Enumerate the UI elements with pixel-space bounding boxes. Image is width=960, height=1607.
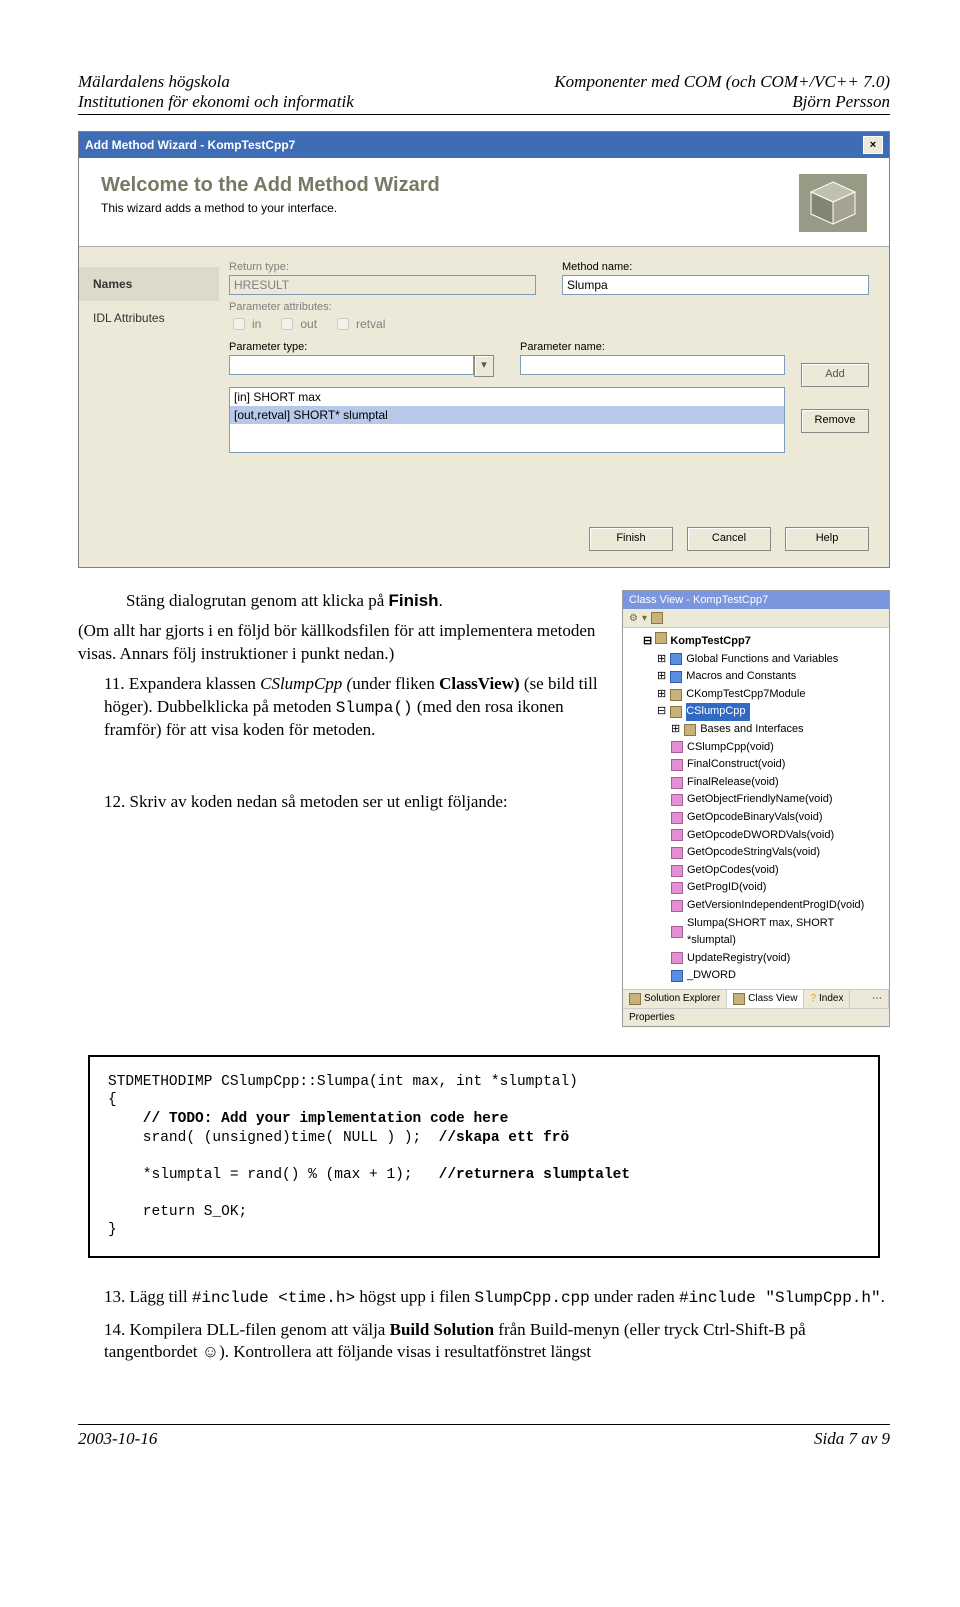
wizard-form: Return type: Method name: Parameter attr…: [219, 247, 889, 507]
folder-icon[interactable]: [651, 612, 663, 624]
label-param-type: Parameter type:: [229, 341, 494, 353]
class-view-panel: Class View - KompTestCpp7 ⚙ ▾ ⊟ KompTest…: [622, 590, 890, 1027]
doc-header-left1: Mälardalens högskola: [78, 72, 230, 92]
add-button[interactable]: Add: [801, 363, 869, 387]
solution-icon: [629, 993, 641, 1005]
chevron-down-icon[interactable]: ▾: [474, 355, 494, 377]
doc-footer: 2003-10-16 Sida 7 av 9: [78, 1424, 890, 1449]
param-type-input[interactable]: [229, 355, 474, 375]
footer-page: Sida 7 av 9: [814, 1429, 890, 1449]
wizard-body: Names IDL Attributes Return type: Method…: [79, 247, 889, 507]
tree-node[interactable]: ⊞Bases and Interfaces: [643, 721, 885, 739]
label-param-name: Parameter name:: [520, 341, 785, 353]
tree-node[interactable]: GetOpcodeStringVals(void): [643, 844, 885, 862]
header-rule: [78, 114, 890, 115]
para-close-dialog: Stäng dialogrutan genom att klicka på Fi…: [126, 590, 596, 612]
tree-node[interactable]: CSlumpCpp(void): [643, 739, 885, 757]
remove-button[interactable]: Remove: [801, 409, 869, 433]
class-view-toolbar: ⚙ ▾: [623, 609, 889, 628]
return-type-input[interactable]: [229, 275, 536, 295]
question-icon: ?: [810, 993, 816, 1004]
help-button[interactable]: Help: [785, 527, 869, 551]
wizard-welcome: Welcome to the Add Method Wizard: [101, 174, 440, 197]
wizard-header: Welcome to the Add Method Wizard This wi…: [79, 158, 889, 247]
wizard-sidebar: Names IDL Attributes: [79, 247, 219, 507]
tree-node[interactable]: FinalConstruct(void): [643, 756, 885, 774]
cube-icon: [799, 174, 867, 232]
tree-node[interactable]: GetOpCodes(void): [643, 862, 885, 880]
class-view-tabs: Solution Explorer Class View ?Index ⋯: [623, 989, 889, 1008]
label-param-attr: Parameter attributes:: [229, 301, 869, 313]
class-view-title: Class View - KompTestCpp7: [623, 591, 889, 609]
check-retval[interactable]: retval: [333, 315, 385, 333]
wizard-footer: Finish Cancel Help: [79, 507, 889, 567]
doc-header-line2: Institutionen för ekonomi och informatik…: [78, 92, 890, 112]
wizard-title: Add Method Wizard - KompTestCpp7: [85, 138, 295, 152]
sidebar-item-idl[interactable]: IDL Attributes: [79, 301, 219, 335]
add-method-wizard-window: Add Method Wizard - KompTestCpp7 × Welco…: [78, 131, 890, 568]
param-listbox[interactable]: [in] SHORT max [out,retval] SHORT* slump…: [229, 387, 785, 453]
para-note: (Om allt har gjorts i en följd bör källk…: [78, 620, 598, 665]
check-in[interactable]: in: [229, 315, 261, 333]
wizard-subtitle: This wizard adds a method to your interf…: [101, 201, 440, 215]
close-icon[interactable]: ×: [863, 136, 883, 154]
class-view-tree[interactable]: ⊟ KompTestCpp7 ⊞Global Functions and Var…: [623, 628, 889, 989]
tree-node-cslumpcpp[interactable]: ⊟CSlumpCpp: [643, 703, 885, 721]
code-listing: STDMETHODIMP CSlumpCpp::Slumpa(int max, …: [88, 1055, 880, 1258]
tree-node[interactable]: GetProgID(void): [643, 879, 885, 897]
tree-node[interactable]: ⊞Macros and Constants: [643, 668, 885, 686]
cancel-button[interactable]: Cancel: [687, 527, 771, 551]
tree-root[interactable]: ⊟ KompTestCpp7: [643, 632, 885, 651]
tree-node[interactable]: ⊞CKompTestCpp7Module: [643, 686, 885, 704]
toolbar-icon[interactable]: ⚙: [629, 613, 638, 624]
doc-header-right1: Komponenter med COM (och COM+/VC++ 7.0): [554, 72, 890, 92]
toolbar-icon[interactable]: ▾: [642, 613, 647, 624]
tree-node-slumpa[interactable]: Slumpa(SHORT max, SHORT *slumptal): [643, 915, 885, 950]
tree-node[interactable]: GetVersionIndependentProgID(void): [643, 897, 885, 915]
finish-button[interactable]: Finish: [589, 527, 673, 551]
list-item[interactable]: [in] SHORT max: [230, 388, 784, 406]
tree-node[interactable]: _DWORD: [643, 967, 885, 985]
doc-header-left2: Institutionen för ekonomi och informatik: [78, 92, 354, 112]
sidebar-item-names[interactable]: Names: [79, 267, 219, 301]
footer-date: 2003-10-16: [78, 1429, 157, 1449]
tree-node[interactable]: FinalRelease(void): [643, 774, 885, 792]
tree-node[interactable]: ⊞Global Functions and Variables: [643, 651, 885, 669]
check-out[interactable]: out: [277, 315, 317, 333]
step-12: 12. Skriv av koden nedan så metoden ser …: [104, 791, 604, 813]
tree-node[interactable]: UpdateRegistry(void): [643, 950, 885, 968]
doc-header-line1: Mälardalens högskola Komponenter med COM…: [78, 72, 890, 92]
param-attr-checks: in out retval: [229, 315, 869, 333]
method-name-input[interactable]: [562, 275, 869, 295]
tab-class-view[interactable]: Class View: [727, 990, 804, 1008]
step-14: 14. Kompilera DLL-filen genom att välja …: [104, 1319, 890, 1364]
more-icon: ⋯: [872, 993, 882, 1004]
doc-header-right2: Björn Persson: [792, 92, 890, 112]
label-method-name: Method name:: [562, 261, 869, 273]
wizard-titlebar: Add Method Wizard - KompTestCpp7 ×: [79, 132, 889, 158]
properties-label: Properties: [623, 1008, 889, 1026]
label-return-type: Return type:: [229, 261, 536, 273]
param-name-input[interactable]: [520, 355, 785, 375]
tab-solution-explorer[interactable]: Solution Explorer: [623, 990, 727, 1008]
tab-index[interactable]: ?Index: [804, 990, 850, 1008]
step-13: 13. Lägg till #include <time.h> högst up…: [104, 1286, 890, 1309]
classview-icon: [733, 993, 745, 1005]
tree-node[interactable]: GetObjectFriendlyName(void): [643, 791, 885, 809]
list-item[interactable]: [out,retval] SHORT* slumptal: [230, 406, 784, 424]
tab-more[interactable]: ⋯: [850, 990, 889, 1008]
tree-node[interactable]: GetOpcodeBinaryVals(void): [643, 809, 885, 827]
tree-node[interactable]: GetOpcodeDWORDVals(void): [643, 827, 885, 845]
step-11: 11. Expandera klassen CSlumpCpp (under f…: [104, 673, 604, 741]
